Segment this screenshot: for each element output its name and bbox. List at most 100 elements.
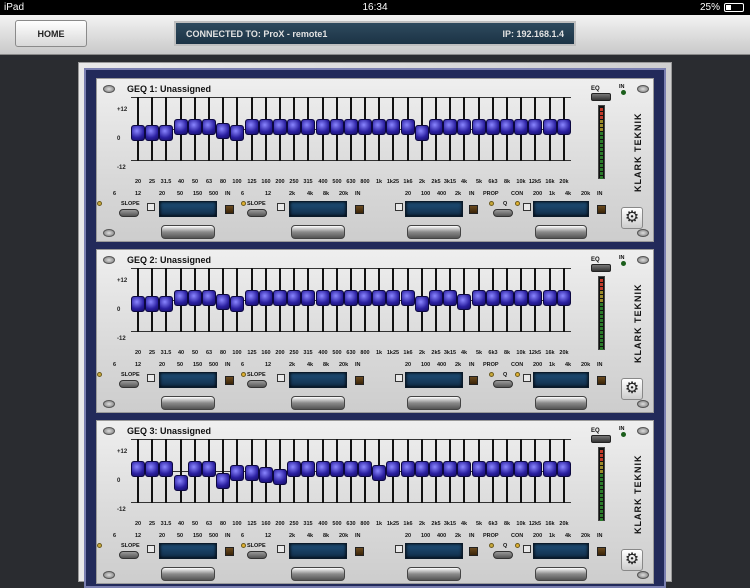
eq-fader[interactable] [401, 268, 415, 332]
fader-knob[interactable] [259, 290, 273, 306]
eq-fader[interactable] [131, 97, 145, 161]
fader-knob[interactable] [131, 125, 145, 141]
eq-fader[interactable] [202, 268, 216, 332]
eq-fader[interactable] [528, 268, 542, 332]
gear-icon[interactable]: ⚙ [621, 207, 643, 229]
fader-knob[interactable] [344, 290, 358, 306]
fader-knob[interactable] [429, 290, 443, 306]
hf-checkbox[interactable] [523, 203, 531, 211]
filter-checkbox[interactable] [277, 374, 285, 382]
eq-fader[interactable] [543, 97, 557, 161]
fader-knob[interactable] [557, 119, 571, 135]
lp-knob[interactable] [291, 567, 345, 581]
fader-knob[interactable] [230, 465, 244, 481]
fader-knob[interactable] [386, 119, 400, 135]
fader-knob[interactable] [174, 475, 188, 491]
mf-checkbox[interactable] [395, 374, 403, 382]
fader-knob[interactable] [287, 119, 301, 135]
eq-fader[interactable] [358, 97, 372, 161]
eq-fader[interactable] [514, 268, 528, 332]
eq-fader[interactable] [514, 97, 528, 161]
eq-fader[interactable] [386, 439, 400, 503]
fader-knob[interactable] [316, 290, 330, 306]
fader-knob[interactable] [386, 290, 400, 306]
mf-in-button[interactable] [469, 205, 478, 214]
eq-fader[interactable] [344, 97, 358, 161]
eq-fader[interactable] [415, 268, 429, 332]
fader-knob[interactable] [457, 294, 471, 310]
eq-fader[interactable] [386, 97, 400, 161]
eq-fader[interactable] [245, 268, 259, 332]
fader-knob[interactable] [273, 290, 287, 306]
fader-knob[interactable] [344, 461, 358, 477]
lp-knob[interactable] [291, 225, 345, 239]
hp-in-button[interactable] [225, 547, 234, 556]
eq-fader[interactable] [486, 268, 500, 332]
eq-fader[interactable] [216, 268, 230, 332]
hf-knob[interactable] [535, 567, 587, 581]
fader-knob[interactable] [457, 461, 471, 477]
fader-knob[interactable] [330, 461, 344, 477]
fader-knob[interactable] [202, 461, 216, 477]
eq-fader[interactable] [500, 439, 514, 503]
mf-knob[interactable] [407, 396, 461, 410]
fader-knob[interactable] [216, 294, 230, 310]
fader-knob[interactable] [557, 290, 571, 306]
eq-fader[interactable] [330, 439, 344, 503]
hp-in-button[interactable] [225, 376, 234, 385]
eq-fader[interactable] [216, 439, 230, 503]
slope-switch[interactable] [119, 209, 139, 217]
fader-knob[interactable] [301, 290, 315, 306]
eq-fader[interactable] [188, 439, 202, 503]
fader-knob[interactable] [159, 296, 173, 312]
eq-fader[interactable] [358, 268, 372, 332]
eq-fader[interactable] [301, 439, 315, 503]
fader-knob[interactable] [358, 461, 372, 477]
fader-knob[interactable] [401, 290, 415, 306]
fader-knob[interactable] [429, 461, 443, 477]
fader-knob[interactable] [500, 290, 514, 306]
eq-fader[interactable] [216, 97, 230, 161]
fader-knob[interactable] [528, 461, 542, 477]
fader-knob[interactable] [472, 461, 486, 477]
filter-checkbox[interactable] [277, 203, 285, 211]
eq-fader[interactable] [159, 439, 173, 503]
eq-fader[interactable] [230, 97, 244, 161]
fader-knob[interactable] [443, 290, 457, 306]
fader-knob[interactable] [500, 119, 514, 135]
eq-fader[interactable] [457, 97, 471, 161]
eq-fader[interactable] [401, 97, 415, 161]
eq-fader[interactable] [443, 439, 457, 503]
fader-knob[interactable] [472, 290, 486, 306]
fader-knob[interactable] [415, 461, 429, 477]
fader-knob[interactable] [316, 461, 330, 477]
fader-knob[interactable] [514, 461, 528, 477]
fader-knob[interactable] [174, 290, 188, 306]
fader-knob[interactable] [287, 290, 301, 306]
fader-knob[interactable] [273, 469, 287, 485]
mf-knob[interactable] [407, 567, 461, 581]
mf-checkbox[interactable] [395, 203, 403, 211]
eq-fader[interactable] [543, 439, 557, 503]
eq-fader[interactable] [159, 97, 173, 161]
fader-knob[interactable] [543, 290, 557, 306]
fader-knob[interactable] [429, 119, 443, 135]
hf-in-button[interactable] [597, 547, 606, 556]
eq-fader[interactable] [429, 439, 443, 503]
eq-fader[interactable] [316, 97, 330, 161]
eq-fader[interactable] [500, 97, 514, 161]
filter-checkbox[interactable] [147, 545, 155, 553]
fader-knob[interactable] [216, 123, 230, 139]
eq-fader[interactable] [174, 97, 188, 161]
eq-fader[interactable] [131, 439, 145, 503]
fader-knob[interactable] [245, 290, 259, 306]
eq-fader[interactable] [301, 268, 315, 332]
fader-knob[interactable] [301, 461, 315, 477]
slope-switch[interactable] [247, 551, 267, 559]
fader-knob[interactable] [145, 461, 159, 477]
fader-knob[interactable] [188, 461, 202, 477]
slope-switch[interactable] [119, 380, 139, 388]
eq-fader[interactable] [188, 268, 202, 332]
fader-knob[interactable] [259, 467, 273, 483]
hf-knob[interactable] [535, 225, 587, 239]
